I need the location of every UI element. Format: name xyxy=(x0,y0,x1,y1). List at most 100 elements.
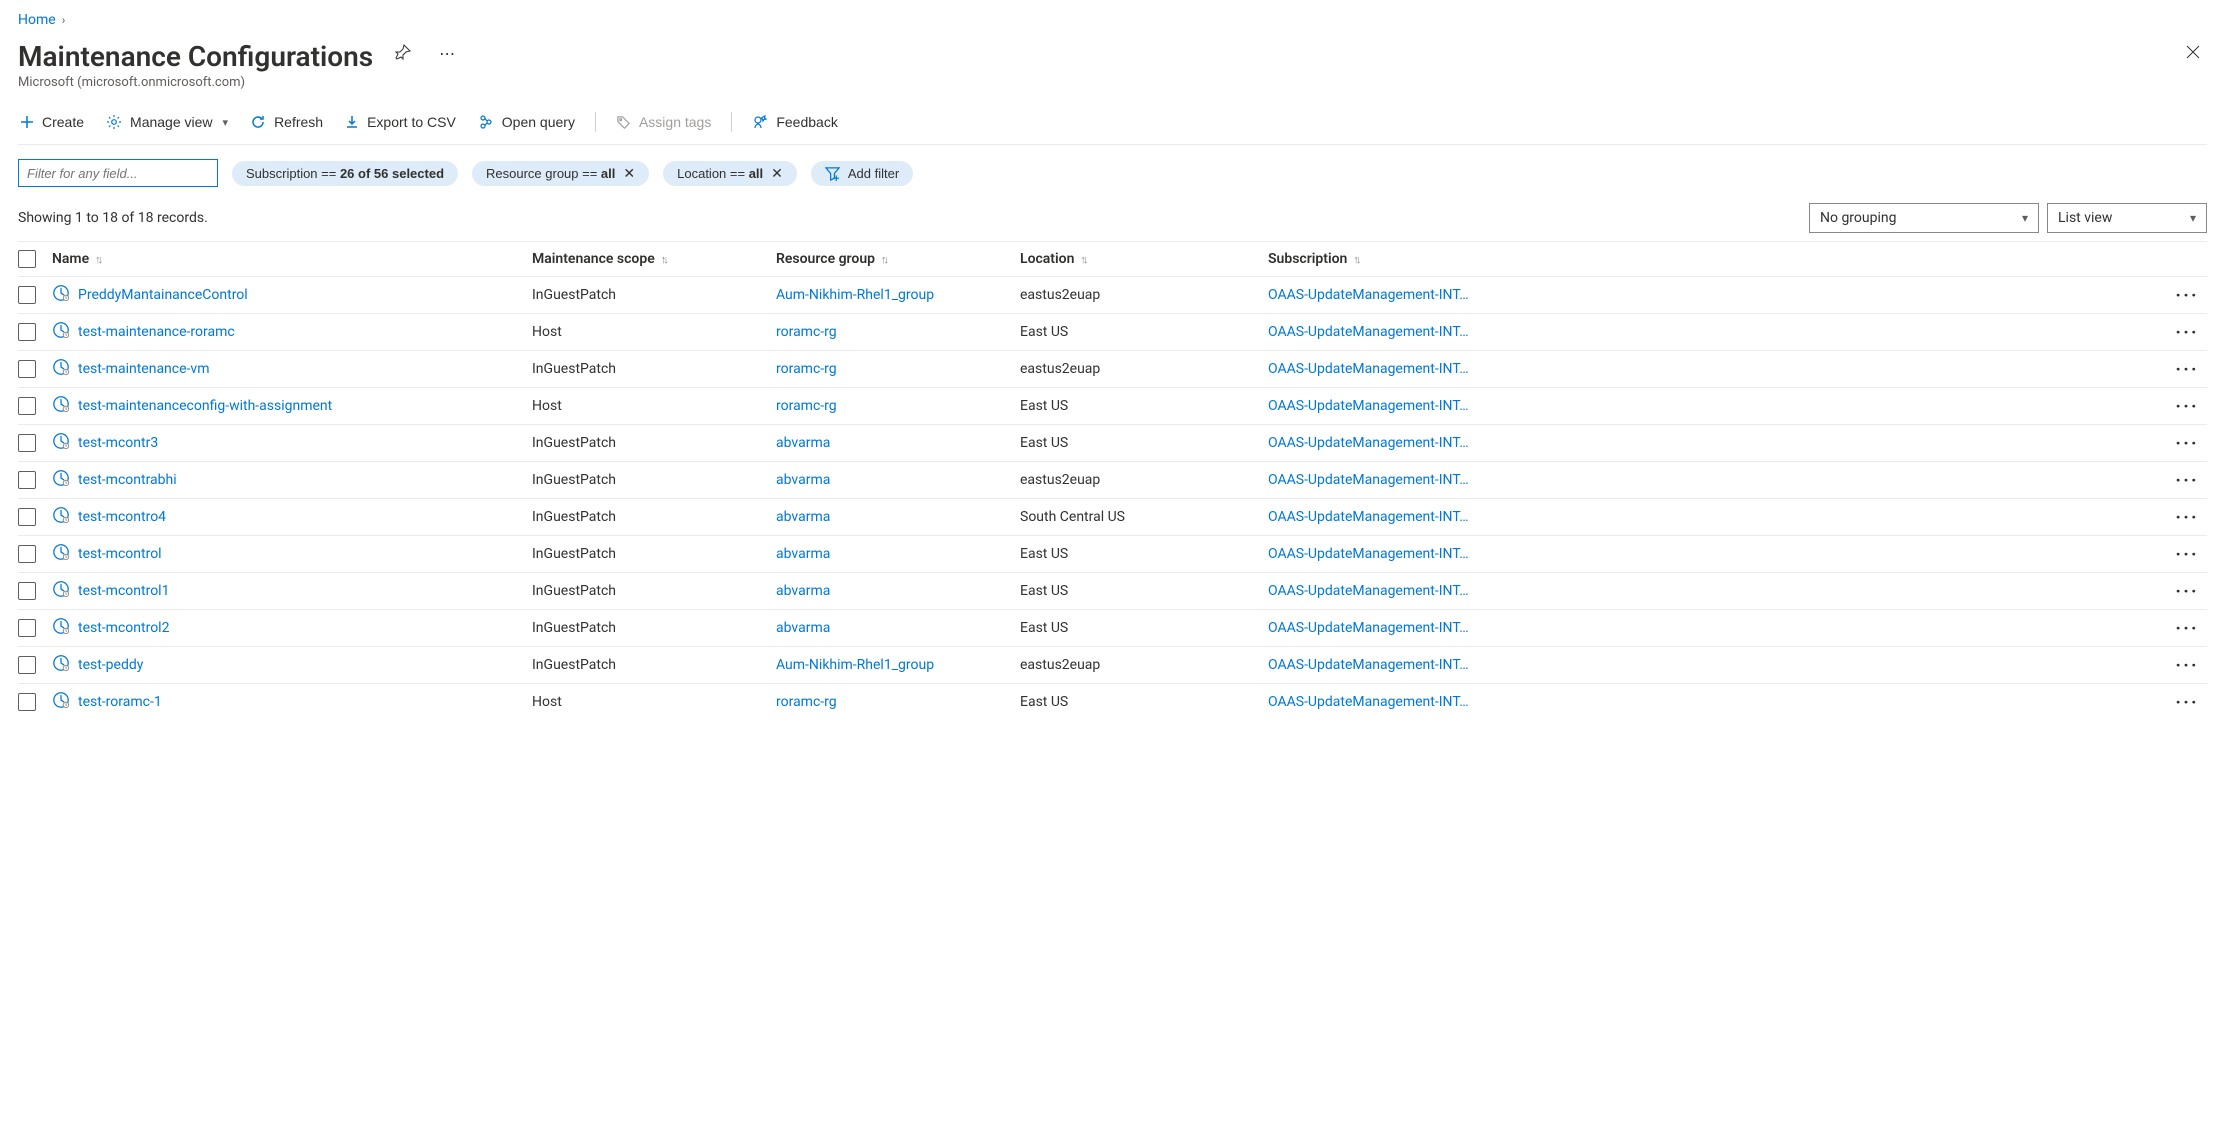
resource-group-link[interactable]: Aum-Nikhim-Rhel1_group xyxy=(776,657,934,673)
filter-pill-resource-group[interactable]: Resource group == all ✕ xyxy=(472,161,649,186)
subscription-link[interactable]: OAAS-UpdateManagement-INT… xyxy=(1268,583,1469,599)
subscription-link[interactable]: OAAS-UpdateManagement-INT… xyxy=(1268,620,1469,636)
assign-tags-button: Assign tags xyxy=(614,110,713,134)
row-more-button[interactable]: ··· xyxy=(2167,661,2207,669)
resource-name-link[interactable]: test-maintenance-roramc xyxy=(78,324,235,340)
pin-button[interactable] xyxy=(389,38,417,69)
col-header-location[interactable]: Location↑↓ xyxy=(1020,251,1268,267)
col-header-name[interactable]: Name↑↓ xyxy=(52,251,532,267)
subscription-link[interactable]: OAAS-UpdateManagement-INT… xyxy=(1268,657,1469,673)
resource-name-link[interactable]: test-maintenanceconfig-with-assignment xyxy=(78,398,332,414)
subscription-link[interactable]: OAAS-UpdateManagement-INT… xyxy=(1268,694,1469,710)
col-header-subscription[interactable]: Subscription↑↓ xyxy=(1268,251,2167,267)
subscription-link[interactable]: OAAS-UpdateManagement-INT… xyxy=(1268,472,1469,488)
row-more-button[interactable]: ··· xyxy=(2167,550,2207,558)
add-filter-button[interactable]: Add filter xyxy=(811,161,913,186)
subscription-link[interactable]: OAAS-UpdateManagement-INT… xyxy=(1268,324,1469,340)
resource-name-link[interactable]: test-mcontrol2 xyxy=(78,620,169,636)
view-mode-select[interactable]: List view ▾ xyxy=(2047,203,2207,233)
close-button[interactable] xyxy=(2179,38,2207,69)
scope-cell: InGuestPatch xyxy=(532,361,776,377)
header-more-button[interactable]: ⋯ xyxy=(433,38,461,70)
status-row: Showing 1 to 18 of 18 records. No groupi… xyxy=(18,203,2207,233)
manage-view-button[interactable]: Manage view ▾ xyxy=(104,110,230,134)
resource-group-link[interactable]: roramc-rg xyxy=(776,361,837,377)
grouping-select[interactable]: No grouping ▾ xyxy=(1809,203,2039,233)
row-more-button[interactable]: ··· xyxy=(2167,513,2207,521)
subscription-link[interactable]: OAAS-UpdateManagement-INT… xyxy=(1268,361,1469,377)
resource-name-link[interactable]: test-mcontrol1 xyxy=(78,583,169,599)
resource-group-link[interactable]: Aum-Nikhim-Rhel1_group xyxy=(776,287,934,303)
resource-name-link[interactable]: test-peddy xyxy=(78,657,143,673)
filter-pill-subscription-label: Subscription == 26 of 56 selected xyxy=(246,166,444,181)
row-more-button[interactable]: ··· xyxy=(2167,402,2207,410)
resource-group-link[interactable]: abvarma xyxy=(776,509,830,525)
subscription-link[interactable]: OAAS-UpdateManagement-INT… xyxy=(1268,546,1469,562)
row-more-button[interactable]: ··· xyxy=(2167,291,2207,299)
row-more-button[interactable]: ··· xyxy=(2167,698,2207,706)
row-checkbox[interactable] xyxy=(18,360,36,378)
row-checkbox[interactable] xyxy=(18,582,36,600)
open-query-button[interactable]: Open query xyxy=(476,110,577,134)
filter-pill-location-label: Location == all xyxy=(677,166,763,181)
filter-pill-subscription[interactable]: Subscription == 26 of 56 selected xyxy=(232,161,458,186)
resource-group-link[interactable]: abvarma xyxy=(776,472,830,488)
row-checkbox[interactable] xyxy=(18,286,36,304)
refresh-button[interactable]: Refresh xyxy=(248,110,325,134)
row-more-button[interactable]: ··· xyxy=(2167,624,2207,632)
resource-group-link[interactable]: roramc-rg xyxy=(776,324,837,340)
resource-name-link[interactable]: test-roramc-1 xyxy=(78,694,162,710)
export-csv-button[interactable]: Export to CSV xyxy=(343,110,458,134)
row-more-button[interactable]: ··· xyxy=(2167,476,2207,484)
resource-name-link[interactable]: PreddyMantainanceControl xyxy=(78,287,248,303)
breadcrumb-home-link[interactable]: Home xyxy=(18,12,56,28)
col-header-scope[interactable]: Maintenance scope↑↓ xyxy=(532,251,776,267)
select-all-checkbox[interactable] xyxy=(18,250,36,268)
resource-group-link[interactable]: abvarma xyxy=(776,583,830,599)
row-more-button[interactable]: ··· xyxy=(2167,328,2207,336)
col-header-rg[interactable]: Resource group↑↓ xyxy=(776,251,1020,267)
subscription-link[interactable]: OAAS-UpdateManagement-INT… xyxy=(1268,398,1469,414)
row-checkbox[interactable] xyxy=(18,693,36,711)
feedback-button[interactable]: Feedback xyxy=(750,110,839,134)
remove-filter-icon[interactable]: ✕ xyxy=(623,166,635,180)
row-checkbox[interactable] xyxy=(18,434,36,452)
row-more-button[interactable]: ··· xyxy=(2167,365,2207,373)
row-checkbox[interactable] xyxy=(18,471,36,489)
subscription-link[interactable]: OAAS-UpdateManagement-INT… xyxy=(1268,287,1469,303)
location-cell: East US xyxy=(1020,324,1268,340)
resource-group-link[interactable]: abvarma xyxy=(776,435,830,451)
table-row: test-mcontrol InGuestPatch abvarma East … xyxy=(18,535,2207,572)
row-checkbox[interactable] xyxy=(18,619,36,637)
row-more-button[interactable]: ··· xyxy=(2167,439,2207,447)
row-checkbox[interactable] xyxy=(18,397,36,415)
resource-name-link[interactable]: test-maintenance-vm xyxy=(78,361,209,377)
location-cell: South Central US xyxy=(1020,509,1268,525)
filter-pill-location[interactable]: Location == all ✕ xyxy=(663,161,797,186)
subscription-link[interactable]: OAAS-UpdateManagement-INT… xyxy=(1268,435,1469,451)
row-more-button[interactable]: ··· xyxy=(2167,587,2207,595)
filter-input[interactable] xyxy=(18,159,218,187)
resource-name-link[interactable]: test-mcontro4 xyxy=(78,509,166,525)
resource-group-link[interactable]: roramc-rg xyxy=(776,398,837,414)
row-checkbox[interactable] xyxy=(18,545,36,563)
row-checkbox[interactable] xyxy=(18,656,36,674)
resource-name-link[interactable]: test-mcontr3 xyxy=(78,435,158,451)
row-checkbox[interactable] xyxy=(18,508,36,526)
resource-group-link[interactable]: abvarma xyxy=(776,546,830,562)
resource-name-link[interactable]: test-mcontrol xyxy=(78,546,162,562)
command-bar: Create Manage view ▾ Refresh Export to C… xyxy=(18,104,2207,145)
remove-filter-icon[interactable]: ✕ xyxy=(771,166,783,180)
create-button[interactable]: Create xyxy=(18,110,86,134)
maintenance-config-icon xyxy=(52,506,70,528)
location-cell: East US xyxy=(1020,435,1268,451)
row-checkbox[interactable] xyxy=(18,323,36,341)
maintenance-config-icon xyxy=(52,654,70,676)
resource-name-link[interactable]: test-mcontrabhi xyxy=(78,472,177,488)
table-row: test-peddy InGuestPatch Aum-Nikhim-Rhel1… xyxy=(18,646,2207,683)
subscription-link[interactable]: OAAS-UpdateManagement-INT… xyxy=(1268,509,1469,525)
maintenance-config-icon xyxy=(52,432,70,454)
resource-group-link[interactable]: abvarma xyxy=(776,620,830,636)
resource-group-link[interactable]: roramc-rg xyxy=(776,694,837,710)
gear-icon xyxy=(106,114,122,130)
